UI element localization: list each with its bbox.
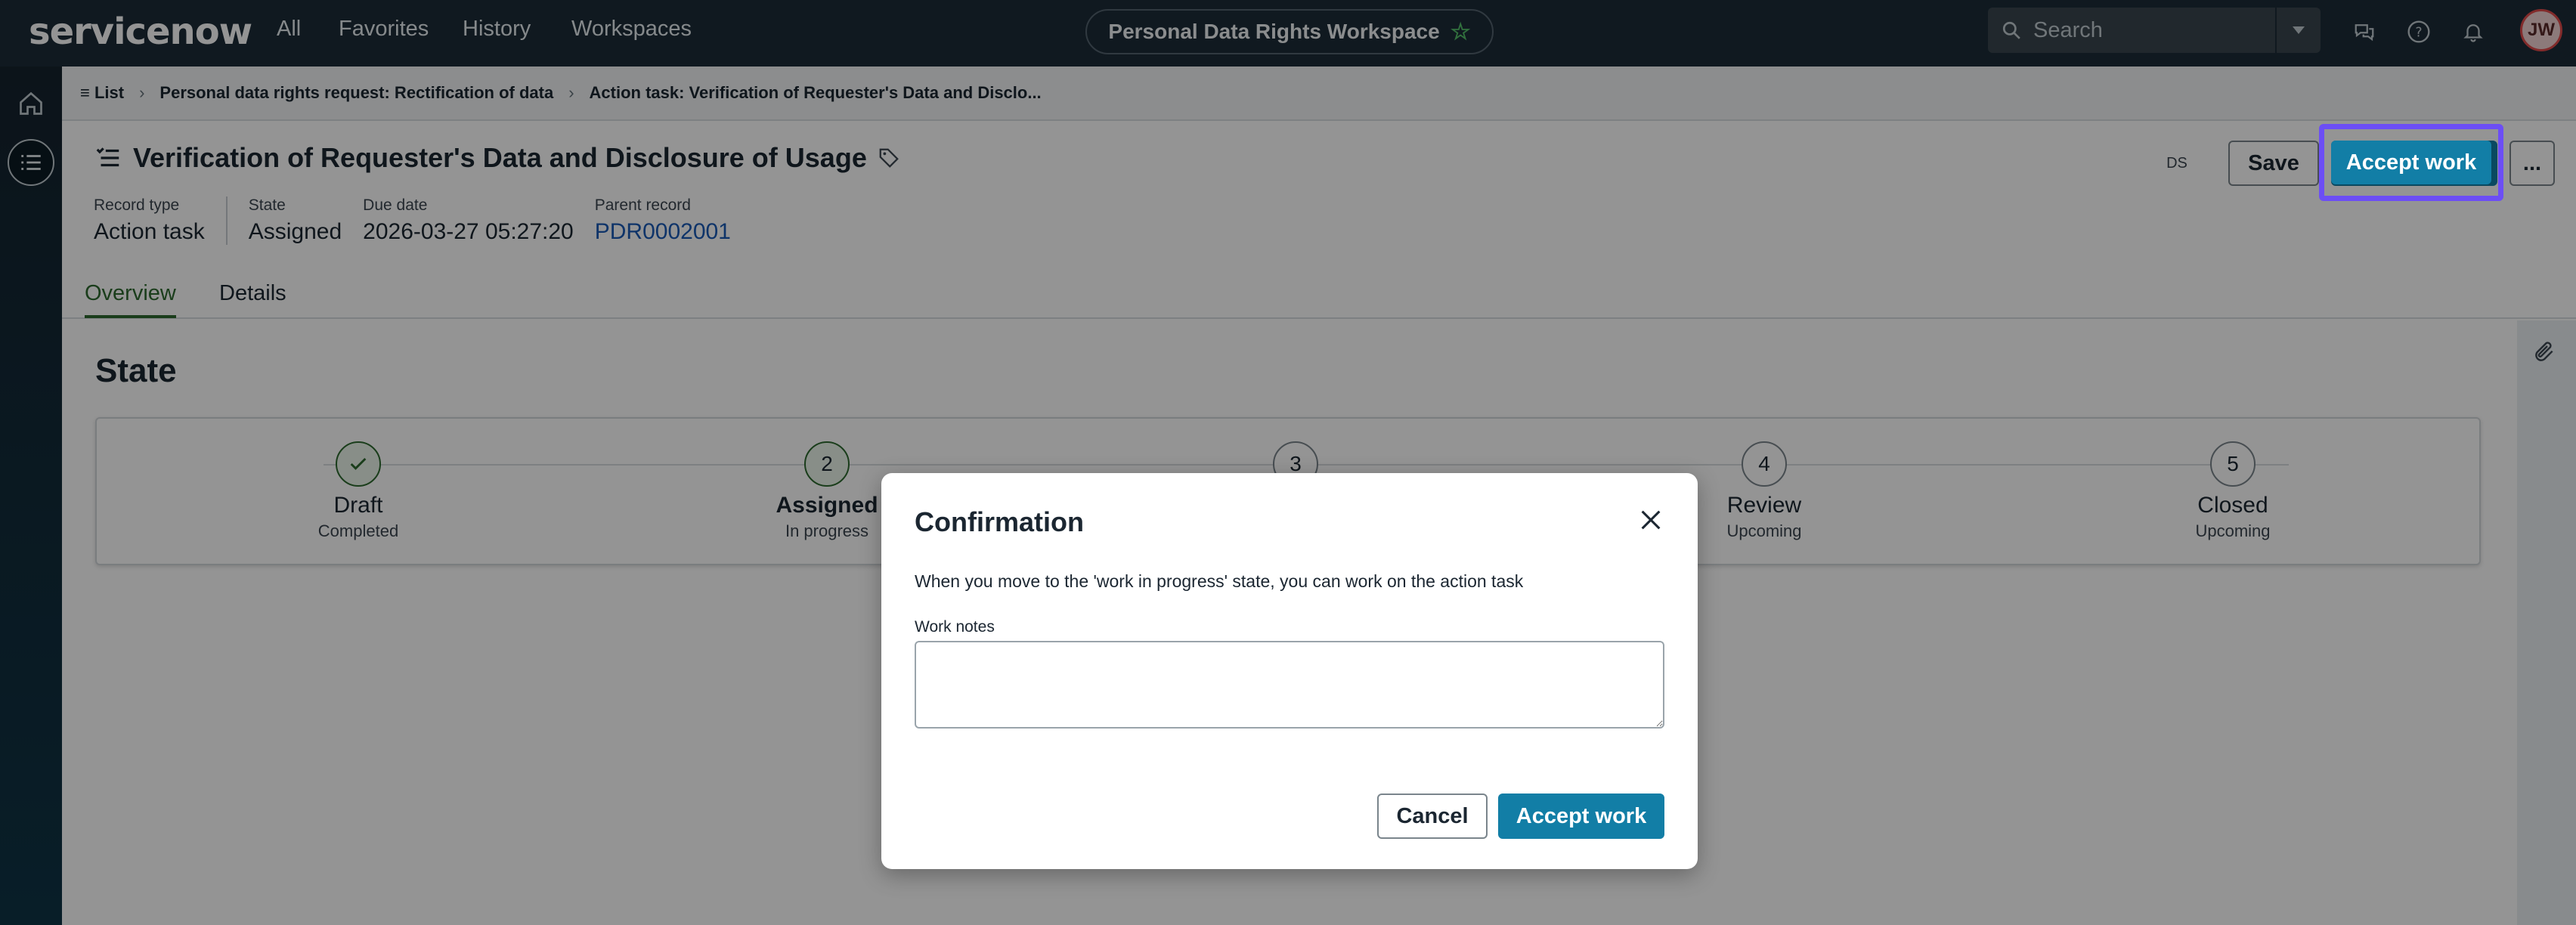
cancel-button[interactable]: Cancel [1377, 794, 1488, 839]
dialog-message: When you move to the 'work in progress' … [915, 571, 1524, 591]
close-icon[interactable] [1634, 503, 1667, 537]
confirmation-dialog: Confirmation When you move to the 'work … [881, 473, 1698, 869]
work-notes-label: Work notes [915, 618, 995, 636]
dialog-title: Confirmation [915, 506, 1084, 537]
dialog-accept-work-button[interactable]: Accept work [1498, 794, 1664, 839]
work-notes-field[interactable] [915, 641, 1664, 729]
accept-work-button-highlighted[interactable]: Accept work [2331, 141, 2491, 184]
